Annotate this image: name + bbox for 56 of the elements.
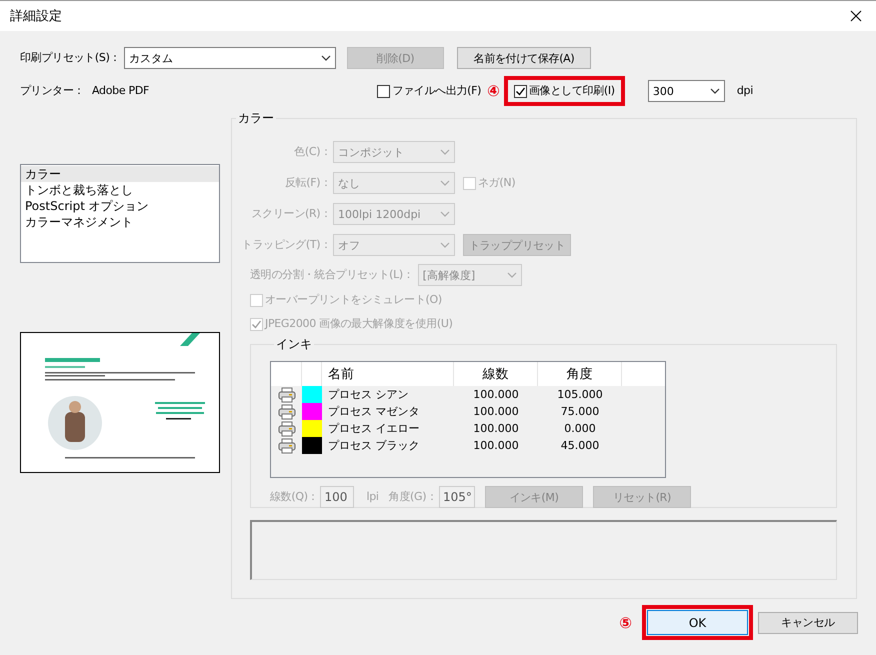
column-header[interactable]: 名前 — [322, 362, 454, 386]
window-title: 詳細設定 — [10, 8, 62, 25]
table-cell-text: 100.000 — [472, 388, 520, 401]
table-cell-text: 105.000 — [556, 388, 604, 401]
table-cell-text: 100.000 — [472, 422, 520, 435]
table-cell-text: 100.000 — [472, 405, 520, 418]
cancel-button[interactable]: キャンセル — [758, 612, 858, 634]
checkbox-label: ネガ(N) — [478, 175, 516, 191]
ink-name: プロセス シアン — [327, 387, 410, 402]
field-label: 線数(Q)： — [270, 489, 318, 505]
field-label: 角度(G)： — [388, 489, 437, 505]
caret-icon — [440, 149, 450, 155]
checkbox-label: オーバープリントをシミュレート(O) — [265, 292, 442, 308]
dpi-unit: dpi — [736, 83, 753, 99]
table-cell-text: 0.000 — [563, 422, 597, 435]
printer-icon — [278, 420, 296, 436]
field-label: スクリーン(R)： — [250, 206, 331, 222]
column-header[interactable]: 角度 — [538, 362, 622, 386]
checkbox-label: 画像として印刷(I) — [528, 83, 615, 99]
printer-icon — [278, 438, 296, 454]
printer-icon — [278, 404, 296, 420]
step-number: ④ — [487, 82, 500, 100]
table-cell-text: 75.000 — [560, 405, 600, 418]
ink-name: プロセス イエロー — [327, 421, 420, 436]
group-title: インキ — [275, 336, 313, 353]
checkbox[interactable] — [514, 84, 527, 98]
caret-icon — [321, 55, 331, 61]
field-label: 反転(F)： — [284, 175, 331, 191]
caret-icon — [440, 242, 450, 248]
field-label: トラッピング(T)： — [240, 237, 331, 253]
checkbox[interactable] — [377, 84, 390, 98]
ok-button[interactable]: OK — [647, 610, 748, 635]
caret-icon — [440, 180, 450, 186]
table-cell-text: 100.000 — [472, 439, 520, 452]
preset-dropdown[interactable]: カスタム — [124, 47, 336, 69]
checkbox-label: JPEG2000 画像の最大解像度を使用(U) — [265, 316, 453, 332]
caret-icon — [440, 211, 450, 217]
caret-icon — [506, 272, 517, 278]
category-item[interactable]: カラー — [21, 166, 219, 182]
save-as-button[interactable]: 名前を付けて保存(A) — [457, 47, 591, 69]
unit-label: lpi — [366, 489, 379, 505]
dpi-dropdown[interactable]: 300 — [648, 80, 725, 102]
caret-icon — [710, 88, 720, 94]
checkbox-label: ファイルへ出力(F) — [392, 83, 482, 99]
ink-name: プロセス ブラック — [327, 438, 420, 453]
field-label: 色(C)： — [293, 144, 331, 160]
column-header[interactable]: 線数 — [454, 362, 538, 386]
printer-name: Adobe PDF — [92, 83, 150, 99]
field-label: 透明の分割・統合プリセット(L)： — [250, 267, 414, 283]
preset-label: 印刷プリセット(S)： — [20, 50, 122, 66]
table-cell-text: 45.000 — [560, 439, 600, 452]
ink-name: プロセス マゼンタ — [327, 404, 420, 419]
printer-label: プリンター： — [20, 83, 86, 99]
step-number: ⑤ — [619, 614, 632, 632]
close-icon — [850, 10, 862, 22]
group-title: カラー — [237, 110, 275, 127]
